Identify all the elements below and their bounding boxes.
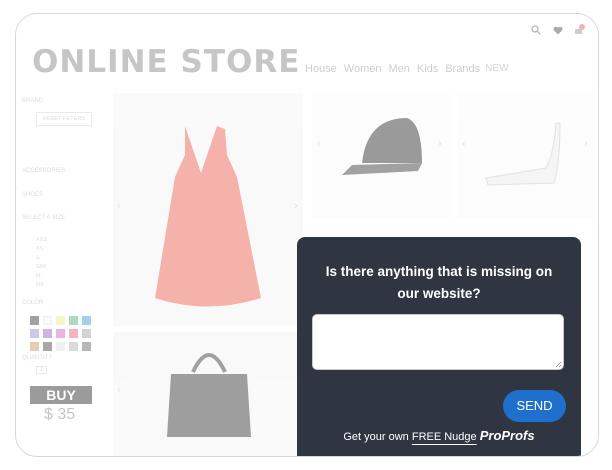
size-filter-label: SELECT A SIZE: [22, 215, 66, 221]
dress-image: [155, 126, 261, 307]
color-swatches: [30, 316, 91, 351]
footer-prefix: Get your own: [343, 431, 412, 443]
bag-image: [167, 353, 251, 437]
free-nudge-link[interactable]: FREE Nudge: [412, 431, 477, 443]
color-swatch[interactable]: [43, 316, 52, 325]
popup-footer: Get your own FREE Nudge ProProfs: [297, 428, 581, 443]
product-tile-bag[interactable]: [113, 332, 303, 456]
nav-brands[interactable]: Brands: [445, 63, 480, 75]
size-option[interactable]: XXS: [36, 236, 47, 245]
color-swatch[interactable]: [69, 316, 78, 325]
quantity-label: QUANTITY: [22, 355, 53, 361]
color-swatch[interactable]: [56, 316, 65, 325]
color-swatch[interactable]: [56, 329, 65, 338]
product-tile-cap[interactable]: [312, 93, 452, 218]
size-option[interactable]: XS: [36, 245, 47, 254]
app-frame: ONLINE STORE House Women Men Kids Brands…: [15, 13, 599, 457]
feedback-popup: Is there anything that is missing on our…: [297, 237, 581, 456]
accessories-filter-label[interactable]: ACCESSORIES: [22, 168, 65, 174]
size-option[interactable]: M/L: [36, 281, 47, 290]
brand-filter-label: BRAND: [22, 98, 44, 104]
store-logo[interactable]: ONLINE STORE: [32, 44, 300, 80]
color-swatch[interactable]: [82, 342, 91, 351]
color-swatch[interactable]: [56, 342, 65, 351]
color-swatch[interactable]: [43, 329, 52, 338]
resize-grip-icon[interactable]: [555, 361, 562, 368]
color-swatch[interactable]: [69, 342, 78, 351]
color-filter-label: COLOR: [22, 300, 44, 306]
size-option[interactable]: S/M: [36, 263, 47, 272]
search-icon[interactable]: [530, 24, 542, 36]
product-tile-heels[interactable]: [458, 93, 596, 218]
send-button[interactable]: SEND: [503, 390, 566, 422]
top-icons: [530, 24, 586, 36]
nav-men[interactable]: Men: [389, 63, 410, 75]
cap-image: [342, 118, 422, 175]
carousel-next-icon[interactable]: ›: [438, 138, 442, 150]
carousel-prev-icon[interactable]: ‹: [117, 200, 121, 212]
color-swatch[interactable]: [69, 329, 78, 338]
product-tile-dress[interactable]: [113, 93, 303, 326]
nav-new[interactable]: NEW: [485, 63, 508, 75]
popup-question: Is there anything that is missing on our…: [325, 264, 553, 301]
size-list: XXS XS S S/M M M/L: [36, 236, 47, 290]
color-swatch[interactable]: [43, 342, 52, 351]
carousel-next-icon[interactable]: ›: [294, 200, 298, 212]
carousel-next-icon[interactable]: ›: [584, 138, 588, 150]
nav-house[interactable]: House: [305, 63, 337, 75]
feedback-textarea[interactable]: [312, 314, 564, 370]
quantity-stepper[interactable]: 1: [36, 366, 48, 374]
buy-button[interactable]: BUY: [30, 386, 92, 404]
main-nav: House Women Men Kids Brands NEW: [305, 63, 509, 75]
color-swatch[interactable]: [30, 342, 39, 351]
nav-women[interactable]: Women: [344, 63, 382, 75]
proprofs-logo[interactable]: ProProfs: [480, 428, 535, 443]
size-option[interactable]: M: [36, 272, 47, 281]
nav-kids[interactable]: Kids: [417, 63, 438, 75]
heart-icon[interactable]: [552, 24, 564, 36]
reset-filters-button[interactable]: RESET FILTERS: [36, 112, 92, 126]
color-swatch[interactable]: [30, 316, 39, 325]
cart-icon[interactable]: [574, 24, 586, 36]
product-price: $ 35: [44, 406, 76, 423]
size-option[interactable]: S: [36, 254, 47, 263]
carousel-prev-icon[interactable]: ‹: [462, 138, 466, 150]
color-swatch[interactable]: [82, 316, 91, 325]
shoes-filter-label[interactable]: SHOES: [22, 192, 43, 198]
heels-image: [485, 122, 561, 186]
color-swatch[interactable]: [30, 329, 39, 338]
color-swatch[interactable]: [82, 329, 91, 338]
carousel-prev-icon[interactable]: ‹: [117, 384, 121, 396]
carousel-prev-icon[interactable]: ‹: [317, 138, 321, 150]
